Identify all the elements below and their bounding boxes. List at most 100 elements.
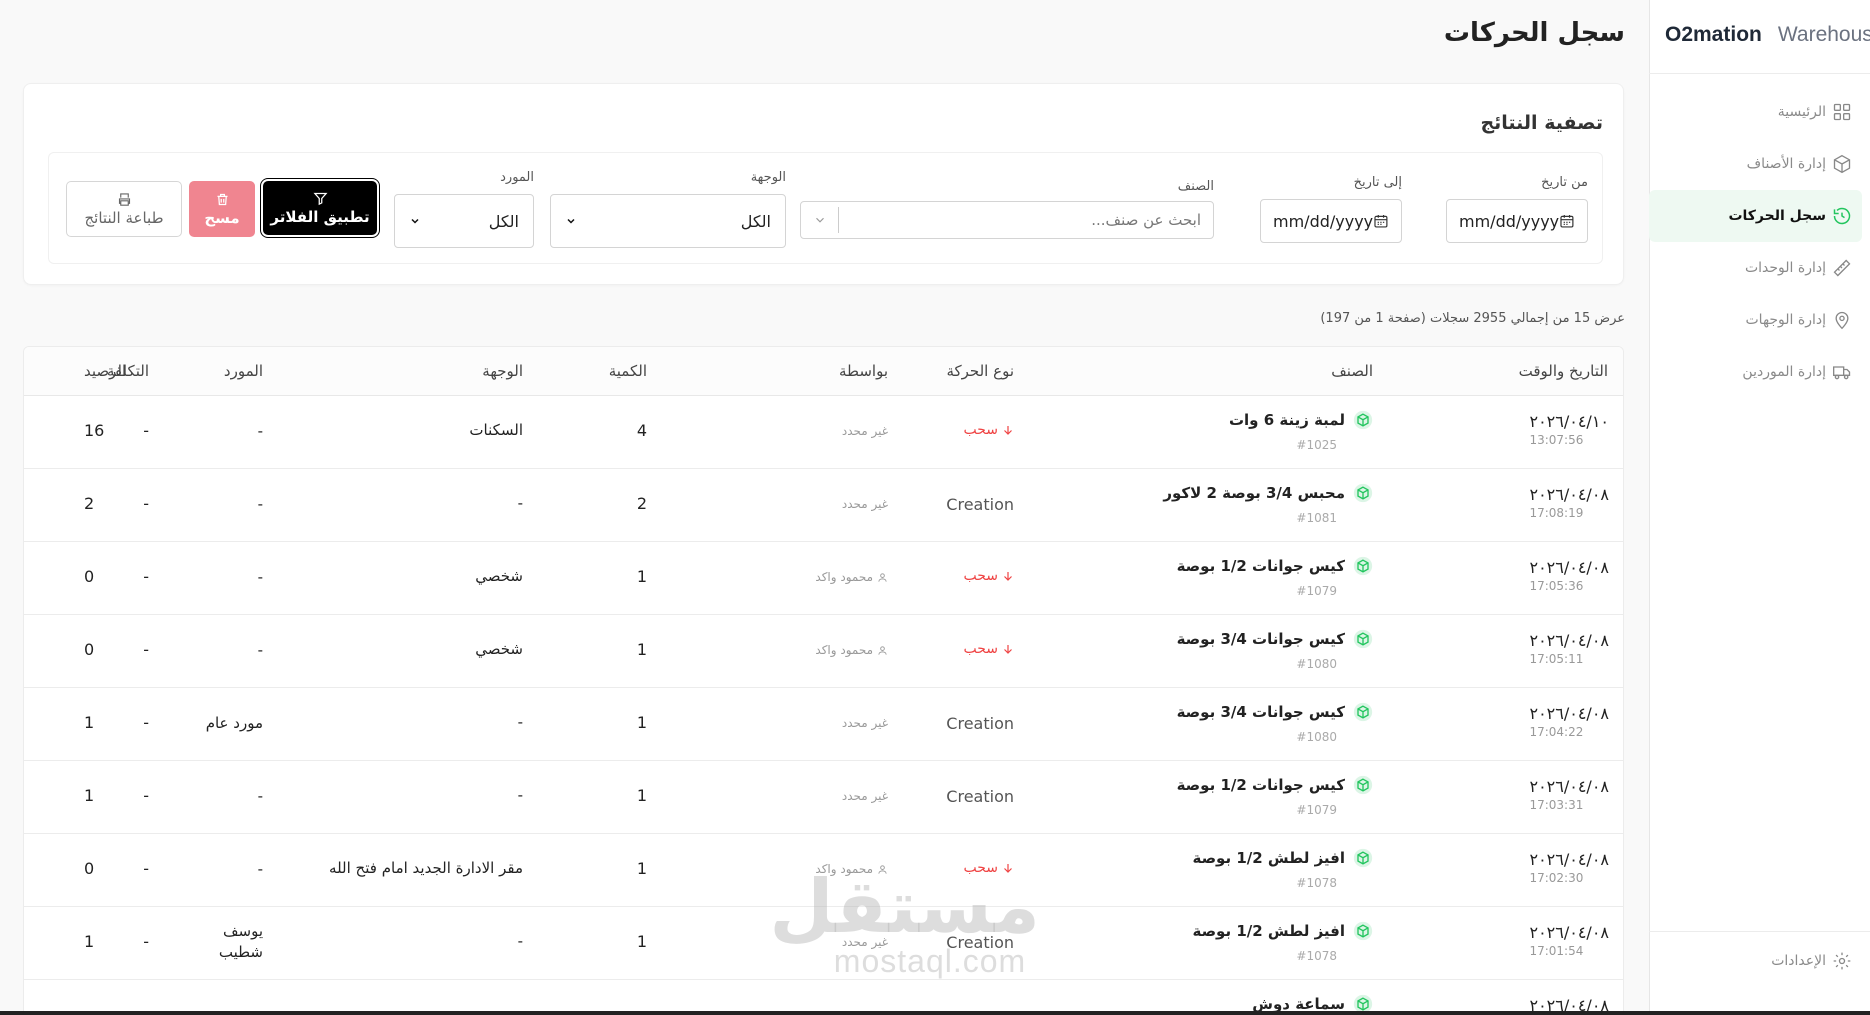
chevron-down-icon[interactable] bbox=[801, 207, 839, 233]
item-search-input[interactable]: ابحث عن صنف... bbox=[800, 201, 1214, 239]
filter-panel: من تاريخ mm/dd/yyyy إلى تاريخ mm/dd/yyyy… bbox=[48, 152, 1603, 264]
brand[interactable]: O2mation Warehousing bbox=[1649, 20, 1870, 50]
cell-destination: شخصي bbox=[475, 567, 523, 585]
movements-table: التاريخ والوقت الصنف نوع الحركة بواسطة ا… bbox=[23, 346, 1624, 1015]
type-value: سحب bbox=[963, 641, 998, 657]
table-row[interactable]: ٢٠٢٦/٠٤/٠٨ 17:05:11 كيس جوانات 3/4 بوصة #10… bbox=[24, 615, 1623, 688]
chevron-down-icon bbox=[411, 218, 419, 224]
sidebar-item-3[interactable]: إدارة الوحدات bbox=[1649, 242, 1862, 294]
brand-subtitle: Warehousing bbox=[1777, 23, 1870, 46]
cell-date: ٢٠٢٦/٠٤/٠٨ 17:04:22 bbox=[1529, 704, 1609, 739]
sidebar-divider bbox=[1649, 931, 1870, 932]
bottom-border bbox=[0, 1011, 1870, 1015]
arrow-down-icon bbox=[1002, 862, 1014, 874]
clear-button[interactable]: مسح bbox=[189, 181, 255, 237]
sidebar-item-4[interactable]: إدارة الوجهات bbox=[1649, 294, 1862, 346]
table-row[interactable]: ٢٠٢٦/٠٤/٠٨ 17:01:54 افيز لطش 1/2 بوصة #1078… bbox=[24, 907, 1623, 980]
type-value: Creation bbox=[946, 714, 1014, 733]
item-name[interactable]: كيس جوانات 1/2 بوصة bbox=[1177, 775, 1373, 795]
filter-card: تصفية النتائج من تاريخ mm/dd/yyyy إلى تا… bbox=[23, 83, 1624, 285]
time-value: 17:01:54 bbox=[1529, 944, 1584, 958]
sidebar-item-5[interactable]: إدارة الموردين bbox=[1649, 346, 1862, 398]
item-label: الصنف bbox=[1177, 179, 1214, 194]
item-name[interactable]: كيس جوانات 1/2 بوصة bbox=[1177, 556, 1373, 576]
cell-supplier: يوسف شطيب bbox=[218, 922, 263, 961]
cell-item: كيس جوانات 1/2 بوصة #1079 bbox=[1177, 775, 1373, 817]
cell-item: افيز لطش 1/2 بوصة #1078 bbox=[1192, 848, 1373, 890]
page-title: سجل الحركات bbox=[1443, 18, 1625, 48]
header-balance: الرصيد bbox=[84, 362, 127, 380]
type-value: سحب bbox=[963, 422, 998, 438]
destination-select[interactable]: الكل bbox=[550, 194, 786, 248]
sidebar-item-2[interactable]: سجل الحركات bbox=[1649, 190, 1862, 242]
sidebar-item-1[interactable]: إدارة الأصناف bbox=[1649, 138, 1862, 190]
item-name[interactable]: لمبة زينة 6 وات bbox=[1229, 410, 1373, 430]
cell-date: ٢٠٢٦/٠٤/٠٨ 17:03:31 bbox=[1529, 777, 1609, 812]
cell-cost: - bbox=[143, 494, 149, 513]
trash-icon bbox=[217, 193, 227, 205]
cell-by: محمود واكد bbox=[815, 862, 888, 876]
type-value: Creation bbox=[946, 787, 1014, 806]
table-row[interactable]: ٢٠٢٦/٠٤/٠٨ 17:08:19 محبس 3/4 بوصة 2 لاكور #… bbox=[24, 469, 1623, 542]
user-icon bbox=[877, 645, 888, 656]
cell-date: ٢٠٢٦/٠٤/٠٨ 17:05:11 bbox=[1529, 631, 1609, 666]
date-value: ٢٠٢٦/٠٤/٠٨ bbox=[1529, 850, 1609, 869]
item-name-text: كيس جوانات 1/2 بوصة bbox=[1176, 776, 1345, 794]
item-name[interactable]: محبس 3/4 بوصة 2 لاكور bbox=[1163, 483, 1373, 503]
cell-item: كيس جوانات 3/4 بوصة #1080 bbox=[1177, 702, 1373, 744]
time-value: 17:05:36 bbox=[1529, 579, 1584, 593]
main-content: سجل الحركات تصفية النتائج من تاريخ mm/dd… bbox=[0, 0, 1649, 1015]
cell-supplier: مورد عام bbox=[205, 714, 263, 732]
table-row[interactable]: ٢٠٢٦/٠٤/٠٨ 17:04:22 كيس جوانات 3/4 بوصة #10… bbox=[24, 688, 1623, 761]
cell-cost: - bbox=[143, 859, 149, 878]
sidebar-item-0[interactable]: الرئيسية bbox=[1649, 86, 1862, 138]
apply-filters-button[interactable]: تطبيق الفلاتر bbox=[263, 181, 377, 235]
from-date-label: من تاريخ bbox=[1541, 175, 1588, 190]
sidebar-item-label: إدارة الوحدات bbox=[1744, 260, 1826, 276]
arrow-down-icon bbox=[1002, 570, 1014, 582]
table-row[interactable]: ٢٠٢٦/٠٤/١٠ 13:07:56 لمبة زينة 6 وات #1025 سح… bbox=[24, 396, 1623, 469]
to-date-input[interactable]: mm/dd/yyyy bbox=[1260, 199, 1402, 243]
from-date-input[interactable]: mm/dd/yyyy bbox=[1446, 199, 1588, 243]
cell-balance: 1 bbox=[84, 713, 95, 732]
item-name[interactable]: افيز لطش 1/2 بوصة bbox=[1192, 848, 1373, 868]
clear-label: مسح bbox=[204, 208, 240, 227]
header-item: الصنف bbox=[1331, 362, 1373, 380]
cell-quantity: 1 bbox=[636, 640, 647, 659]
cell-item: لمبة زينة 6 وات #1025 bbox=[1229, 410, 1373, 452]
dashboard-icon bbox=[1832, 102, 1852, 122]
table-row[interactable]: ٢٠٢٦/٠٤/٠٨ 17:03:31 كيس جوانات 1/2 بوصة #10… bbox=[24, 761, 1623, 834]
cell-destination: - bbox=[517, 786, 523, 804]
cell-item: كيس جوانات 1/2 بوصة #1079 bbox=[1177, 556, 1373, 598]
header-supplier: المورد bbox=[223, 362, 263, 380]
item-name[interactable]: كيس جوانات 3/4 بوصة bbox=[1177, 629, 1373, 649]
time-value: 17:05:11 bbox=[1529, 652, 1584, 666]
table-row[interactable]: ٢٠٢٦/٠٤/٠٨ 17:05:36 كيس جوانات 1/2 بوصة #10… bbox=[24, 542, 1623, 615]
item-name[interactable]: افيز لطش 1/2 بوصة bbox=[1192, 921, 1373, 941]
apply-filters-label: تطبيق الفلاتر bbox=[270, 207, 370, 226]
cell-destination: - bbox=[517, 713, 523, 731]
cell-type: Creation bbox=[946, 495, 1014, 514]
item-name[interactable]: كيس جوانات 3/4 بوصة bbox=[1177, 702, 1373, 722]
cell-destination: السكنات bbox=[469, 421, 523, 439]
date-value: ٢٠٢٦/٠٤/٠٨ bbox=[1529, 631, 1609, 650]
cube-icon bbox=[1353, 556, 1373, 576]
table-row[interactable]: ٢٠٢٦/٠٤/٠٨ سماعة دوش bbox=[24, 980, 1623, 1014]
filter-title: تصفية النتائج bbox=[1480, 112, 1603, 134]
cell-balance: 1 bbox=[84, 932, 95, 951]
calendar-icon[interactable] bbox=[1373, 213, 1389, 229]
table-row[interactable]: ٢٠٢٦/٠٤/٠٨ 17:02:30 افيز لطش 1/2 بوصة #1078… bbox=[24, 834, 1623, 907]
calendar-icon[interactable] bbox=[1559, 213, 1575, 229]
item-name-text: افيز لطش 1/2 بوصة bbox=[1192, 849, 1345, 867]
cell-date: ٢٠٢٦/٠٤/٠٨ 17:01:54 bbox=[1529, 923, 1609, 958]
supplier-select[interactable]: الكل bbox=[394, 194, 534, 248]
cell-cost: - bbox=[143, 786, 149, 805]
sidebar-item-settings[interactable]: الإعدادات bbox=[1649, 935, 1862, 987]
print-results-button[interactable]: طباعة النتائج bbox=[66, 181, 182, 237]
gear-icon bbox=[1833, 952, 1851, 970]
header-destination: الوجهة bbox=[482, 362, 523, 380]
cell-quantity: 1 bbox=[636, 786, 647, 805]
cell-item: محبس 3/4 بوصة 2 لاكور #1081 bbox=[1163, 483, 1373, 525]
cell-type: سحب bbox=[963, 568, 1014, 584]
by-value: غير محدد bbox=[841, 424, 888, 438]
